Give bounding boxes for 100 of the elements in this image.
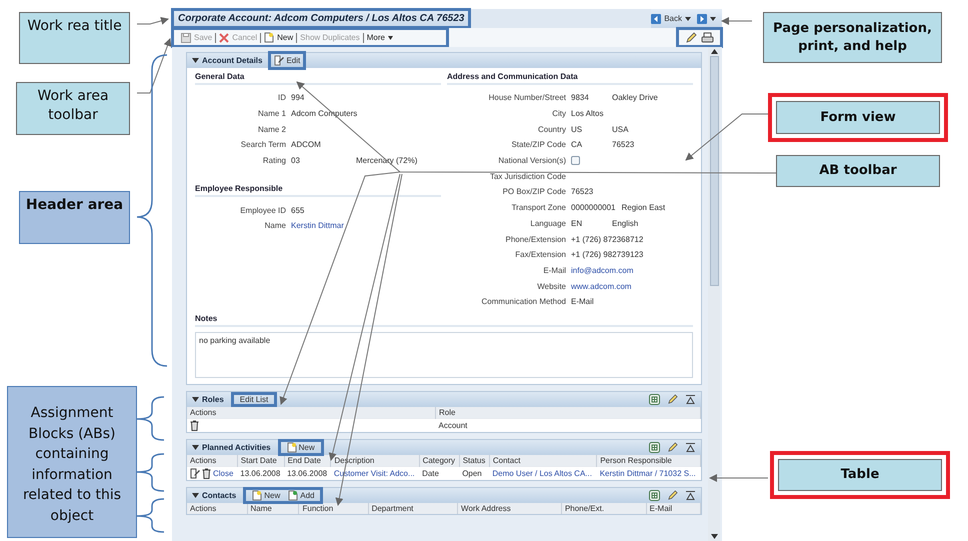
edit-icon[interactable] xyxy=(190,468,200,479)
field-label: City xyxy=(551,109,567,118)
leader-line xyxy=(709,474,768,482)
field-value: Oakley Drive xyxy=(612,93,658,102)
notes-field[interactable]: no parking available xyxy=(195,332,693,378)
field-value: CA xyxy=(571,140,582,150)
table-export-icon[interactable] xyxy=(649,442,660,453)
new-document-icon xyxy=(252,490,262,501)
trash-icon[interactable] xyxy=(190,420,199,431)
add-document-icon xyxy=(288,490,298,501)
toolbar-button[interactable]: More xyxy=(364,33,396,42)
field-label: Name 2 xyxy=(256,124,287,134)
field-label: State/ZIP Code xyxy=(510,140,567,150)
pencil-icon[interactable] xyxy=(667,490,678,501)
block-title[interactable]: Planned Activities xyxy=(192,442,271,452)
leader-line xyxy=(721,17,752,25)
field-value[interactable]: info@adcom.com xyxy=(571,266,634,275)
table-cell: 13.06.2008 xyxy=(287,468,328,478)
field-value: Region East xyxy=(622,203,666,212)
block-toolbar-button[interactable]: New xyxy=(248,488,284,503)
field-label: Employee ID xyxy=(239,206,287,215)
section-title: Notes xyxy=(195,314,693,327)
field-value: EN xyxy=(571,218,582,228)
personalize-pencil-icon[interactable] xyxy=(685,32,697,44)
panel-title[interactable]: Account Details xyxy=(192,56,262,65)
field-value[interactable]: Kerstin Dittmar xyxy=(291,221,344,230)
field-label: Phone/Extension xyxy=(504,234,567,244)
collapse-icon[interactable] xyxy=(685,490,696,501)
callout-label: Work rea title xyxy=(19,12,130,64)
column-header[interactable]: Work Address xyxy=(458,502,562,514)
field-value: 994 xyxy=(291,93,304,102)
field-label: Name xyxy=(264,221,287,230)
section-title: Address and Communication Data xyxy=(447,72,693,85)
field-label: Country xyxy=(536,124,567,134)
brace-drawing xyxy=(136,498,164,533)
callout-label: Page personalization, print, and help xyxy=(763,12,942,63)
column-header[interactable]: Actions xyxy=(187,406,436,418)
collapse-icon[interactable] xyxy=(685,442,696,453)
print-icon[interactable] xyxy=(701,32,714,44)
collapse-triangle-icon xyxy=(192,444,199,450)
toolbar-button[interactable]: New xyxy=(261,32,296,43)
block-toolbar-button[interactable]: New xyxy=(282,440,319,455)
field-label: Transport Zone xyxy=(510,203,567,212)
field-label: Name 1 xyxy=(256,109,287,118)
scrollbar[interactable] xyxy=(708,47,720,541)
scroll-up-icon[interactable] xyxy=(710,49,718,54)
field-value: 03 xyxy=(291,156,300,166)
field-label: Communication Method xyxy=(480,297,567,306)
caret-icon xyxy=(710,16,716,20)
block-title[interactable]: Roles xyxy=(192,394,224,404)
field-value: +1 (726) 872368712 xyxy=(571,234,644,244)
pencil-icon[interactable] xyxy=(667,394,678,405)
block-toolbar-button[interactable]: Edit List xyxy=(236,392,272,406)
field-label: Tax Jurisdiction Code xyxy=(488,172,567,181)
block-title[interactable]: Contacts xyxy=(192,490,236,500)
field-value: +1 (726) 982739123 xyxy=(571,250,644,260)
callout-label: AB toolbar xyxy=(776,155,940,187)
field-label: Fax/Extension xyxy=(514,250,567,260)
column-header[interactable]: Actions xyxy=(187,454,238,466)
callout-label: Form view xyxy=(776,101,940,134)
table-cell: Open xyxy=(462,468,482,478)
table-cell: Date xyxy=(422,468,439,478)
field-value: 9834 xyxy=(571,93,589,102)
caret-icon xyxy=(685,16,691,20)
table-export-icon[interactable] xyxy=(649,490,660,501)
collapse-triangle-icon xyxy=(192,492,199,498)
edit-button[interactable]: Edit xyxy=(270,53,304,68)
field-value[interactable]: www.adcom.com xyxy=(571,282,632,291)
section-title: General Data xyxy=(195,72,441,85)
field-value: USA xyxy=(612,124,628,134)
table-export-icon[interactable] xyxy=(649,394,660,405)
field-label: Rating xyxy=(262,156,287,166)
checkbox[interactable] xyxy=(571,156,580,166)
new-document-icon xyxy=(264,32,274,43)
column-header[interactable]: Person Responsible xyxy=(596,454,700,466)
field-label: Website xyxy=(536,282,567,291)
section-title: Employee Responsible xyxy=(195,184,441,198)
collapse-icon[interactable] xyxy=(685,394,696,405)
field-value: 76523 xyxy=(571,187,594,196)
callout-label: Assignment Blocks (ABs) containing information related to this object xyxy=(7,386,137,538)
scroll-down-icon[interactable] xyxy=(710,534,718,539)
brace-drawing xyxy=(136,453,164,492)
column-header[interactable]: Phone/Ext. xyxy=(561,502,646,514)
table-cell[interactable]: Demo User / Los Altos CA... xyxy=(492,468,592,478)
column-header[interactable]: Contact xyxy=(489,454,597,466)
block-toolbar-button[interactable]: Add xyxy=(284,488,318,503)
table-cell[interactable]: Kerstin Dittmar / 71032 S... xyxy=(600,468,696,478)
close-link[interactable]: Close xyxy=(213,468,234,478)
pencil-icon[interactable] xyxy=(667,442,678,453)
column-header[interactable]: Department xyxy=(368,502,458,514)
field-label: House Number/Street xyxy=(488,93,567,102)
field-value: 0000000001 xyxy=(571,203,616,212)
column-header[interactable]: Actions xyxy=(187,502,248,514)
table-cell: 13.06.2008 xyxy=(240,468,280,478)
cancel-x-icon xyxy=(219,32,230,42)
window-title: Corporate Account: Adcom Computers / Los Altos CA 76523 xyxy=(178,13,464,24)
forward-button[interactable] xyxy=(697,14,716,24)
trash-icon[interactable] xyxy=(202,468,211,479)
column-header[interactable]: Role xyxy=(436,406,700,418)
collapse-triangle-icon xyxy=(192,396,199,402)
